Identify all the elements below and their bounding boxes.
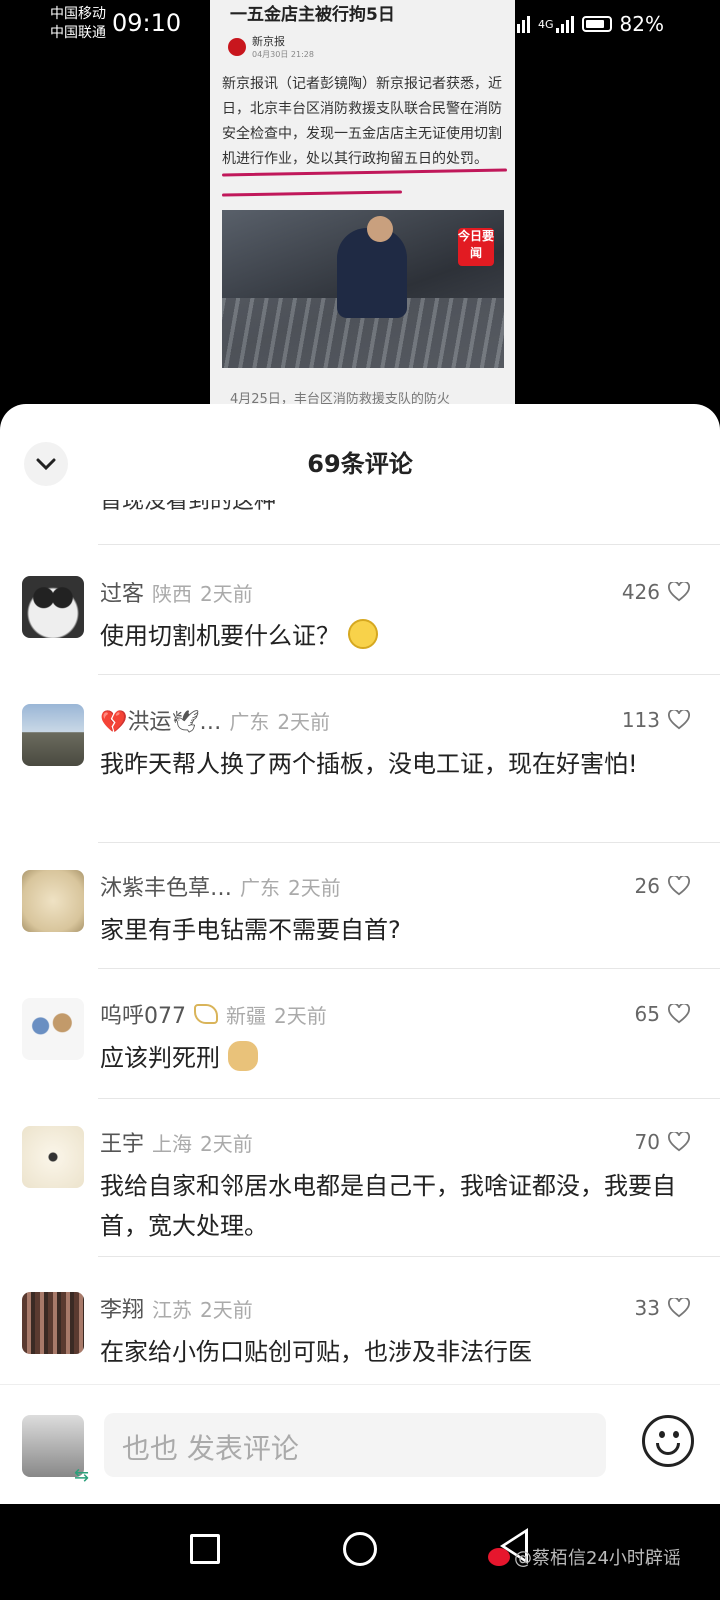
like-button[interactable]: 26: [635, 874, 690, 898]
status-clock: 09:10: [112, 9, 182, 37]
comment-username[interactable]: 王宇: [100, 1126, 144, 1158]
comment-location: 陕西: [152, 581, 193, 606]
news-badge: 今日要闻: [458, 228, 494, 266]
carrier-1: 中国移动: [50, 6, 106, 22]
recent-apps-button[interactable]: [190, 1534, 220, 1564]
article-date: 04月30日 21:28: [252, 50, 314, 59]
comment-location: 江苏: [152, 1297, 193, 1322]
comments-count-title: 69条评论: [307, 450, 413, 478]
divider: [98, 674, 720, 675]
watermark: @蔡栢信24小时辟谣: [488, 1544, 681, 1570]
avatar[interactable]: [22, 998, 84, 1060]
divider: [98, 842, 720, 843]
article-source: 新京报 04月30日 21:28: [228, 33, 314, 60]
like-button[interactable]: 426: [622, 580, 690, 604]
divider: [98, 1256, 720, 1257]
article-headline: 一五金店主被行拘5日: [230, 5, 395, 25]
like-count: 113: [621, 708, 660, 732]
signal-icon-2: [555, 15, 574, 33]
like-button[interactable]: 113: [622, 708, 690, 732]
avatar[interactable]: [22, 576, 84, 638]
avatar[interactable]: [22, 870, 84, 932]
like-button[interactable]: 70: [635, 1130, 690, 1154]
comment-text: 使用切割机要什么证？: [100, 616, 690, 656]
avatar[interactable]: [22, 1292, 84, 1354]
comment-location: 广东: [229, 709, 270, 734]
like-count: 33: [634, 1296, 660, 1320]
vip-badge-icon: [194, 1004, 218, 1024]
doge-emoji-icon: [228, 1041, 258, 1071]
comment-text: 我昨天帮人换了两个插板，没电工证，现在好害怕!: [100, 750, 638, 778]
comment-location: 新疆: [226, 1003, 266, 1028]
comment-username[interactable]: 过客: [100, 576, 144, 608]
carrier-names: 中国移动 中国联通: [50, 5, 106, 43]
article-body: 新京报讯（记者彭镜陶）新京报记者获悉，近日，北京丰台区消防救援支队联合民警在消防…: [222, 76, 502, 167]
comment-time: 2天前: [277, 709, 331, 734]
heart-icon: [668, 1004, 690, 1024]
comment-input[interactable]: 也也 发表评论: [104, 1413, 606, 1477]
highlight-underline-2: [221, 190, 403, 197]
comment-location: 上海: [152, 1131, 193, 1156]
divider: [98, 1098, 720, 1099]
news-logo-icon: [228, 37, 246, 56]
like-count: 65: [634, 1002, 660, 1026]
comment-username[interactable]: 沐紫丰色草…: [100, 870, 232, 902]
network-type: 4G: [538, 17, 554, 31]
comment-username[interactable]: 💔洪运🕊…: [100, 704, 221, 736]
divider: [98, 968, 720, 969]
article-source-name: 新京报: [252, 35, 285, 48]
comment-time: 2天前: [274, 1003, 327, 1028]
status-indicators: 4G 82%: [491, 12, 664, 36]
divider: [98, 544, 720, 545]
comment-location: 广东: [240, 875, 281, 900]
like-button[interactable]: 65: [635, 1002, 690, 1026]
comment-username[interactable]: 李翔: [100, 1292, 144, 1324]
cutoff-comment-text: 首现没看到的这种: [100, 500, 277, 514]
heart-icon: [668, 1132, 690, 1152]
home-button[interactable]: [343, 1532, 377, 1566]
article-preview[interactable]: 一五金店主被行拘5日 新京报 04月30日 21:28 新京报讯（记者彭镜陶）新…: [210, 0, 515, 420]
comment-username[interactable]: 呜呼077: [100, 998, 186, 1030]
article-photo: 今日要闻: [222, 210, 504, 368]
avatar[interactable]: [22, 704, 84, 766]
battery-level: 82%: [619, 12, 664, 36]
like-count: 70: [634, 1130, 660, 1154]
comment-text: 我给自家和邻居水电都是自己干，我啥证都没，我要自首，宽大处理。: [100, 1172, 676, 1240]
switch-account-icon[interactable]: ⇆: [74, 1465, 89, 1486]
comment-text: 家里有手电钻需不需要自首?: [100, 916, 401, 944]
heart-icon: [668, 582, 690, 602]
like-count: 426: [621, 580, 660, 604]
heart-icon: [668, 876, 690, 896]
comment-text: 应该判死刑: [100, 1038, 690, 1078]
system-nav-bar: @蔡栢信24小时辟谣: [0, 1504, 720, 1600]
comment-time: 2天前: [200, 581, 253, 606]
emoji-button[interactable]: [642, 1415, 694, 1467]
weibo-icon: [488, 1548, 510, 1566]
like-count: 26: [634, 874, 660, 898]
smiley-icon: [659, 1431, 665, 1438]
comment-text: 在家给小伤口贴创可贴，也涉及非法行医: [100, 1338, 532, 1366]
battery-icon: [581, 16, 612, 32]
comment-time: 2天前: [200, 1131, 253, 1156]
avatar[interactable]: [22, 1126, 84, 1188]
heart-icon: [668, 1298, 690, 1318]
dizzy-face-emoji-icon: [348, 619, 378, 649]
carrier-2: 中国联通: [50, 25, 106, 41]
like-button[interactable]: 33: [635, 1296, 690, 1320]
comment-time: 2天前: [288, 875, 341, 900]
heart-icon: [668, 710, 690, 730]
comment-input-bar: ⇆ 也也 发表评论: [0, 1384, 720, 1504]
watermark-text: @蔡栢信24小时辟谣: [514, 1548, 681, 1569]
comment-time: 2天前: [200, 1297, 253, 1322]
comments-sheet: 69条评论 首现没看到的这种 过客 陕西 2天前 使用切割机要什么证？ 426 …: [0, 404, 720, 1520]
